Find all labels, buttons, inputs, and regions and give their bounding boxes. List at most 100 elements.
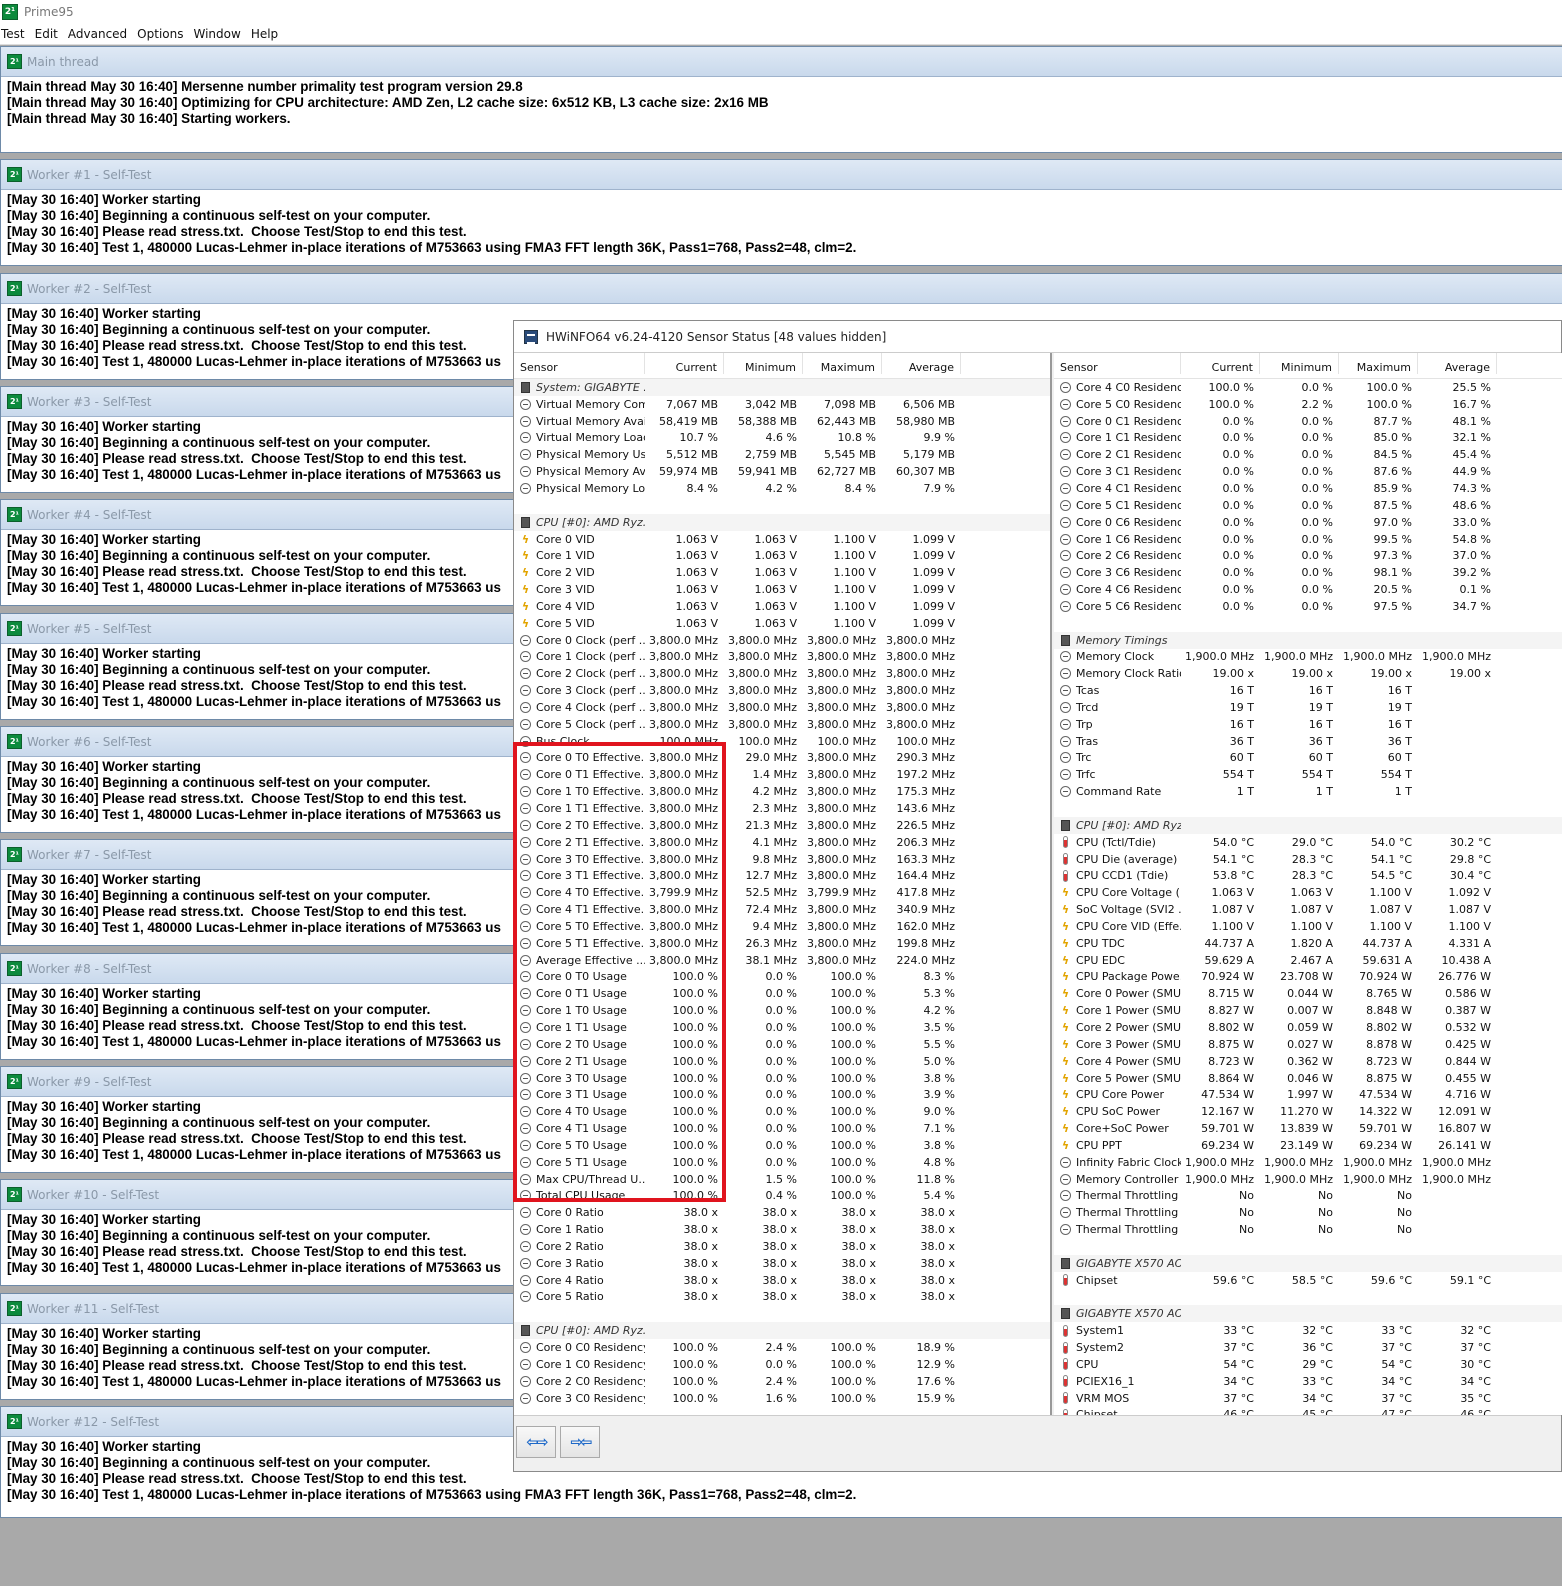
sensor-row[interactable]: VRM MOS 37 °C 34 °C 37 °C 35 °C [1054, 1390, 1562, 1407]
sensor-row[interactable]: Memory Controller ... 1,900.0 MHz 1,900.0 … [1054, 1171, 1562, 1188]
column-header-minimum[interactable]: Minimum [724, 353, 803, 374]
column-header-average[interactable]: Average [882, 353, 961, 374]
sensor-row[interactable]: Core 3 T1 Usage 100.0 % 0.0 % 100.0 % 3.9 % [514, 1086, 1050, 1103]
sensor-row[interactable]: ϟ Core 4 Power (SMU) 8.723 W 0.362 W 8.723 W… [1054, 1053, 1562, 1070]
sensor-row[interactable]: Core 0 T0 Effective... 3,800.0 MHz 29.0 MH… [514, 750, 1050, 767]
sensor-row[interactable]: Core 2 Clock (perf ... 3,800.0 MHz 3,800.0… [514, 665, 1050, 682]
sensor-row[interactable]: Core 5 T1 Effective... 3,800.0 MHz 26.3 MH… [514, 935, 1050, 952]
sensor-row[interactable]: Core 5 Clock (perf ... 3,800.0 MHz 3,800.0… [514, 716, 1050, 733]
sensor-group-row[interactable]: GIGABYTE X570 AO... [1054, 1254, 1562, 1272]
sensor-row[interactable]: Chipset 46 °C 45 °C 47 °C 46 °C [1054, 1406, 1562, 1415]
sensor-row[interactable]: Core 4 C1 Residency 0.0 % 0.0 % 85.9 % 74.3 … [1054, 480, 1562, 497]
sensor-group-row[interactable]: CPU [#0]: AMD Ryz... [1054, 816, 1562, 834]
sensor-row[interactable]: Core 0 T0 Usage 100.0 % 0.0 % 100.0 % 8.3 % [514, 969, 1050, 986]
sensor-row[interactable]: ϟ Core 4 VID 1.063 V 1.063 V 1.100 V 1.099 V [514, 598, 1050, 615]
sensor-row[interactable]: Core 5 T1 Usage 100.0 % 0.0 % 100.0 % 4.8 % [514, 1154, 1050, 1171]
sensor-row[interactable]: Core 0 T1 Effective... 3,800.0 MHz 1.4 MHz… [514, 766, 1050, 783]
sensor-row[interactable]: ϟ CPU SoC Power 12.167 W 11.270 W 14.322 W 12… [1054, 1103, 1562, 1120]
sensor-row[interactable]: Core 1 T1 Effective... 3,800.0 MHz 2.3 MHz… [514, 800, 1050, 817]
sensor-row[interactable]: Core 1 T0 Usage 100.0 % 0.0 % 100.0 % 4.2 % [514, 1002, 1050, 1019]
sensor-row[interactable]: ϟ Core 0 Power (SMU) 8.715 W 0.044 W 8.765 W… [1054, 985, 1562, 1002]
column-header-sensor[interactable]: Sensor [514, 353, 645, 374]
worker-window-2-titlebar[interactable]: 2¹ Worker #2 - Self-Test [1, 274, 1562, 304]
worker-window-1-titlebar[interactable]: 2¹ Worker #1 - Self-Test [1, 160, 1562, 190]
sensor-row[interactable]: Core 5 Ratio 38.0 x 38.0 x 38.0 x 38.0 x [514, 1289, 1050, 1306]
sensor-row[interactable]: Core 3 C6 Residency 0.0 % 0.0 % 98.1 % 39.2 … [1054, 564, 1562, 581]
sensor-row[interactable]: ϟ Core 5 Power (SMU) 8.864 W 0.046 W 8.875 W… [1054, 1070, 1562, 1087]
main-thread-window-titlebar[interactable]: 2¹ Main thread [1, 47, 1562, 77]
sensor-row[interactable]: Core 0 Ratio 38.0 x 38.0 x 38.0 x 38.0 x [514, 1204, 1050, 1221]
sensor-row[interactable]: Core 5 C1 Residency 0.0 % 0.0 % 87.5 % 48.6 … [1054, 497, 1562, 514]
sensor-row[interactable]: ϟ Core 3 VID 1.063 V 1.063 V 1.100 V 1.099 V [514, 581, 1050, 598]
sensor-row[interactable]: Physical Memory Av... 59,974 MB 59,941 MB 6… [514, 463, 1050, 480]
sensor-row[interactable]: Core 3 Ratio 38.0 x 38.0 x 38.0 x 38.0 x [514, 1255, 1050, 1272]
sensor-row[interactable]: Core 2 T1 Effective... 3,800.0 MHz 4.1 MHz… [514, 834, 1050, 851]
sensor-row[interactable]: CPU CCD1 (Tdie) 53.8 °C 28.3 °C 54.5 °C 30.4… [1054, 867, 1562, 884]
sensor-row[interactable]: ϟ SoC Voltage (SVI2 ... 1.087 V 1.087 V 1.08… [1054, 901, 1562, 918]
sensor-row[interactable]: Memory Clock 1,900.0 MHz 1,900.0 MHz 1,900.… [1054, 649, 1562, 666]
sensor-row[interactable]: ϟ CPU Core Power 47.534 W 1.997 W 47.534 W 4.… [1054, 1086, 1562, 1103]
sensor-row[interactable]: Chipset 59.6 °C 58.5 °C 59.6 °C 59.1 °C [1054, 1272, 1562, 1289]
sensor-row[interactable]: Core 2 C6 Residency 0.0 % 0.0 % 97.3 % 37.0 … [1054, 547, 1562, 564]
sensor-row[interactable]: Core 0 C6 Residency 0.0 % 0.0 % 97.0 % 33.0 … [1054, 514, 1562, 531]
sensor-row[interactable]: CPU Die (average) 54.1 °C 28.3 °C 54.1 °C 29… [1054, 851, 1562, 868]
sensor-row[interactable]: Core 5 C0 Residency 100.0 % 2.2 % 100.0 % 16… [1054, 396, 1562, 413]
column-header-maximum[interactable]: Maximum [1339, 353, 1418, 374]
sensor-row[interactable]: Core 2 T0 Usage 100.0 % 0.0 % 100.0 % 5.5 % [514, 1036, 1050, 1053]
sensor-row[interactable]: Core 4 Ratio 38.0 x 38.0 x 38.0 x 38.0 x [514, 1272, 1050, 1289]
sensor-row[interactable]: Core 1 Ratio 38.0 x 38.0 x 38.0 x 38.0 x [514, 1221, 1050, 1238]
sensor-row[interactable]: ϟ Core 3 Power (SMU) 8.875 W 0.027 W 8.878 W… [1054, 1036, 1562, 1053]
column-header-average[interactable]: Average [1418, 353, 1497, 374]
sensor-row[interactable]: Core 3 C1 Residency 0.0 % 0.0 % 87.6 % 44.9 … [1054, 463, 1562, 480]
sensor-row[interactable]: ϟ CPU TDC 44.737 A 1.820 A 44.737 A 4.331 A [1054, 935, 1562, 952]
sensor-row[interactable]: Core 3 T0 Usage 100.0 % 0.0 % 100.0 % 3.8 % [514, 1070, 1050, 1087]
sensor-row[interactable]: Core 2 Ratio 38.0 x 38.0 x 38.0 x 38.0 x [514, 1238, 1050, 1255]
sensor-row[interactable]: ϟ CPU EDC 59.629 A 2.467 A 59.631 A 10.438 A [1054, 952, 1562, 969]
column-header-minimum[interactable]: Minimum [1260, 353, 1339, 374]
sensor-row[interactable]: Core 4 T0 Effective... 3,799.9 MHz 52.5 MH… [514, 884, 1050, 901]
sensor-row[interactable]: Physical Memory Used 5,512 MB 2,759 MB 5,54… [514, 446, 1050, 463]
sensor-row[interactable]: ϟ Core 1 VID 1.063 V 1.063 V 1.100 V 1.099 V [514, 547, 1050, 564]
sensor-row[interactable]: ϟ Core 1 Power (SMU) 8.827 W 0.007 W 8.848 W… [1054, 1002, 1562, 1019]
sensor-row[interactable]: Core 2 C0 Residency 100.0 % 2.4 % 100.0 % 17… [514, 1373, 1050, 1390]
sensor-row[interactable]: Command Rate 1 T 1 T 1 T [1054, 783, 1562, 800]
sensor-row[interactable]: Virtual Memory Com... 7,067 MB 3,042 MB 7,0… [514, 396, 1050, 413]
sensor-row[interactable]: Core 4 C0 Residency 100.0 % 0.0 % 100.0 % 25… [1054, 379, 1562, 396]
sensor-row[interactable]: Core 1 T0 Effective... 3,800.0 MHz 4.2 MHz… [514, 783, 1050, 800]
sensor-row[interactable]: Core 0 C0 Residency 100.0 % 2.4 % 100.0 % 18… [514, 1339, 1050, 1356]
sensor-row[interactable]: ϟ Core 5 VID 1.063 V 1.063 V 1.100 V 1.099 V [514, 615, 1050, 632]
sensor-row[interactable]: Physical Memory Load 8.4 % 4.2 % 8.4 % 7.9 % [514, 480, 1050, 497]
sensor-row[interactable]: Core 4 C6 Residency 0.0 % 0.0 % 20.5 % 0.1 % [1054, 581, 1562, 598]
sensor-row[interactable]: Core 5 T0 Effective... 3,800.0 MHz 9.4 MHz… [514, 918, 1050, 935]
sensor-row[interactable]: Tras 36 T 36 T 36 T [1054, 733, 1562, 750]
sensor-row[interactable]: Average Effective ... 3,800.0 MHz 38.1 MHz… [514, 952, 1050, 969]
sensor-row[interactable]: Trc 60 T 60 T 60 T [1054, 750, 1562, 767]
sensor-row[interactable]: Virtual Memory Load 10.7 % 4.6 % 10.8 % 9.9 … [514, 430, 1050, 447]
sensor-row[interactable]: Core 4 T1 Usage 100.0 % 0.0 % 100.0 % 7.1 % [514, 1120, 1050, 1137]
menu-options[interactable]: Options [136, 27, 190, 41]
sensor-row[interactable]: ϟ CPU Core Voltage (... 1.063 V 1.063 V 1.10… [1054, 884, 1562, 901]
sensor-row[interactable]: Core 3 T1 Effective... 3,800.0 MHz 12.7 MH… [514, 867, 1050, 884]
sensor-row[interactable]: Thermal Throttling (... No No No [1054, 1204, 1562, 1221]
sensor-row[interactable]: Core 5 T0 Usage 100.0 % 0.0 % 100.0 % 3.8 % [514, 1137, 1050, 1154]
sensor-row[interactable]: System2 37 °C 36 °C 37 °C 37 °C [1054, 1339, 1562, 1356]
sensor-row[interactable]: Thermal Throttling (... No No No [1054, 1221, 1562, 1238]
sensor-row[interactable]: Infinity Fabric Clock...1,900.0 MHz1,900… [1054, 1154, 1562, 1171]
sensor-row[interactable]: Core 0 C1 Residency 0.0 % 0.0 % 87.7 % 48.1 … [1054, 413, 1562, 430]
sensor-row[interactable]: PCIEX16_1 34 °C 33 °C 34 °C 34 °C [1054, 1373, 1562, 1390]
sensor-row[interactable]: Core 3 T0 Effective... 3,800.0 MHz 9.8 MHz… [514, 851, 1050, 868]
sensor-row[interactable]: Core 1 C1 Residency 0.0 % 0.0 % 85.0 % 32.1 … [1054, 430, 1562, 447]
sensor-group-row[interactable]: System: GIGABYTE ... [514, 379, 1050, 396]
sensor-group-row[interactable]: CPU [#0]: AMD Ryz... [514, 513, 1050, 531]
sensor-row[interactable]: Core 4 T1 Effective... 3,800.0 MHz 72.4 MH… [514, 901, 1050, 918]
sensor-row[interactable]: Core 1 C0 Residency 100.0 % 0.0 % 100.0 % 12… [514, 1356, 1050, 1373]
log-output[interactable]: [May 30 16:40] Worker starting [May 30 16… [1, 190, 1562, 258]
log-output[interactable]: [Main thread May 30 16:40] Mersenne numb… [1, 77, 1562, 129]
expand-columns-button[interactable]: ⇦⇨ [516, 1426, 556, 1458]
sensor-group-row[interactable]: CPU [#0]: AMD Ryz... [514, 1322, 1050, 1340]
sensor-row[interactable]: Core 1 Clock (perf ... 3,800.0 MHz 3,800.0… [514, 649, 1050, 666]
sensor-row[interactable]: Trfc 554 T 554 T 554 T [1054, 766, 1562, 783]
menu-test[interactable]: Test [0, 27, 32, 41]
sensor-row[interactable]: Bus Clock 100.0 MHz 100.0 MHz 100.0 MHz 100.… [514, 733, 1050, 750]
sensor-row[interactable]: Core 0 Clock (perf ... 3,800.0 MHz 3,800.0… [514, 632, 1050, 649]
